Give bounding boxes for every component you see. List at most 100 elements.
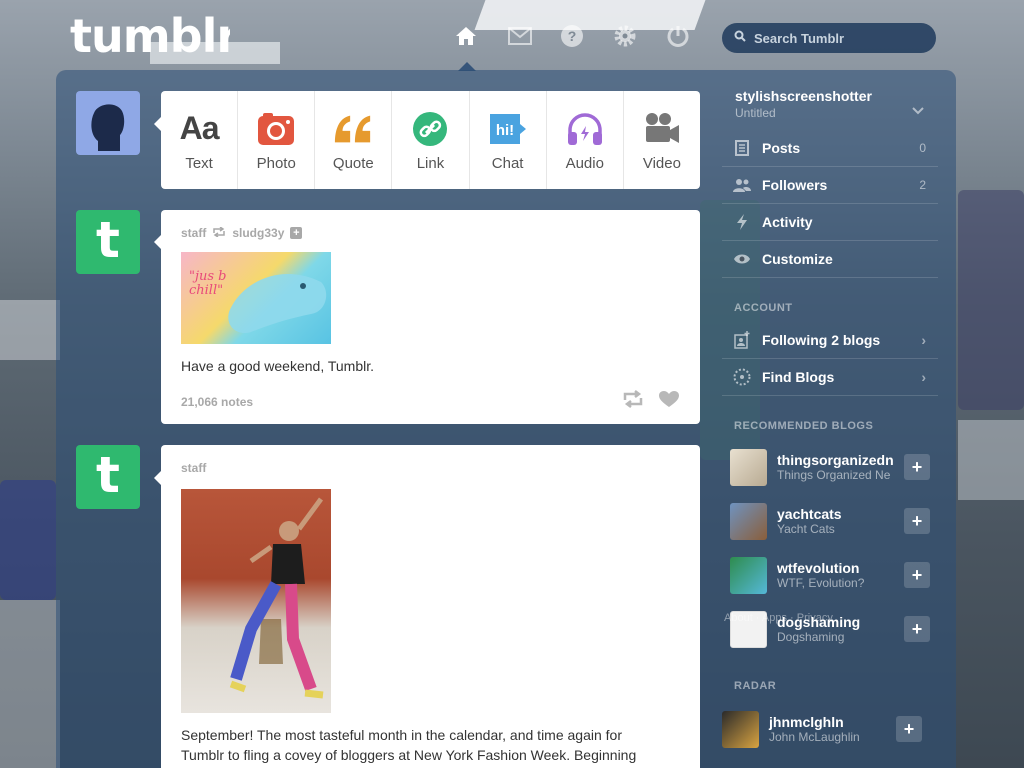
text-icon: Aa <box>179 110 220 146</box>
camera-icon <box>256 109 296 149</box>
tumblr-t-icon: t <box>96 211 120 269</box>
sidebar-item-label: Following 2 blogs <box>762 332 881 348</box>
svg-text:?: ? <box>568 28 577 44</box>
recommended-blog[interactable]: yachtcats Yacht Cats + <box>730 498 938 544</box>
recommended-blog[interactable]: thingsorganizedn Things Organized Ne + <box>730 444 938 490</box>
link-icon <box>410 109 450 149</box>
blog-name[interactable]: stylishscreenshotter <box>735 88 872 104</box>
sidebar-item-following[interactable]: Following 2 blogs › <box>722 322 938 359</box>
eye-icon <box>722 253 762 265</box>
reblog-icon[interactable] <box>622 390 644 413</box>
recommended-blog[interactable]: wtfevolution WTF, Evolution? + <box>730 552 938 598</box>
gear-icon[interactable] <box>611 22 639 50</box>
follow-plus-button[interactable]: + <box>896 716 922 742</box>
post-caption: September! The most tasteful month in th… <box>181 727 622 743</box>
chevron-down-icon[interactable] <box>912 102 924 120</box>
sidebar-item-activity[interactable]: Activity <box>722 204 938 241</box>
post-type-selector: Aa Text Photo Quote Link hi! Chat Audio <box>161 91 700 189</box>
help-icon[interactable]: ? <box>558 22 586 50</box>
quote-icon <box>333 109 373 149</box>
tumblr-t-icon: t <box>96 446 120 504</box>
sidebar: stylishscreenshotter Untitled Posts 0 Fo… <box>722 80 938 768</box>
user-avatar[interactable] <box>76 91 140 155</box>
reblog-small-icon <box>212 226 226 240</box>
post-type-label: Photo <box>256 154 296 172</box>
post-card: staff September! The most tasteful month… <box>161 445 700 768</box>
recommended-blog-name: thingsorganizedn <box>777 452 894 468</box>
lightning-icon <box>722 214 762 230</box>
post-author[interactable]: staff <box>181 461 206 475</box>
posts-icon <box>722 140 762 156</box>
section-heading-radar: RADAR <box>734 680 777 692</box>
followers-icon <box>722 178 762 192</box>
sidebar-item-posts[interactable]: Posts 0 <box>722 130 938 167</box>
radar-blog-name: jhnmclghln <box>769 714 844 730</box>
search-box[interactable] <box>722 23 936 53</box>
recommended-blog-name: wtfevolution <box>777 560 860 576</box>
video-camera-icon <box>642 109 682 149</box>
sidebar-item-label: Customize <box>762 251 833 267</box>
post-type-text[interactable]: Aa Text <box>161 91 239 189</box>
post-type-photo[interactable]: Photo <box>238 91 316 189</box>
sidebar-item-label: Followers <box>762 177 828 193</box>
follow-plus-button[interactable]: + <box>904 616 930 642</box>
post-type-label: Text <box>185 154 213 172</box>
sidebar-item-label: Posts <box>762 140 801 156</box>
follow-plus-button[interactable]: + <box>904 508 930 534</box>
post-type-video[interactable]: Video <box>624 91 700 189</box>
mail-icon[interactable] <box>506 22 534 50</box>
post-image[interactable] <box>181 489 331 713</box>
home-icon[interactable] <box>452 22 480 50</box>
post-type-audio[interactable]: Audio <box>547 91 624 189</box>
sidebar-item-followers[interactable]: Followers 2 <box>722 167 938 204</box>
search-icon <box>734 29 746 47</box>
post-image[interactable]: "jus b chill" <box>181 252 331 344</box>
post-type-label: Audio <box>565 154 604 172</box>
post-type-quote[interactable]: Quote <box>315 91 393 189</box>
blog-avatar <box>722 710 759 748</box>
chevron-right-icon: › <box>921 332 926 348</box>
radar-blog[interactable]: jhnmclghln John McLaughlin + <box>722 706 930 752</box>
recommended-blog-title: WTF, Evolution? <box>777 576 865 590</box>
sidebar-item-label: Activity <box>762 214 813 230</box>
recommended-blog-title: Yacht Cats <box>777 522 835 536</box>
reblogged-from[interactable]: sludg33y <box>232 226 284 240</box>
post-author-avatar[interactable]: t <box>76 445 140 509</box>
blog-avatar <box>730 448 767 486</box>
heart-icon[interactable] <box>658 390 680 413</box>
tumblr-logo[interactable]: tumblr <box>70 8 230 64</box>
blog-subtitle: Untitled <box>735 106 776 120</box>
section-heading-account: ACCOUNT <box>734 302 793 314</box>
recommended-blog-name: yachtcats <box>777 506 842 522</box>
power-icon[interactable] <box>664 22 692 50</box>
post-author-avatar[interactable]: t <box>76 210 140 274</box>
image-caption-text: "jus b chill" <box>189 269 227 298</box>
post-caption: Have a good weekend, Tumblr. <box>181 358 375 374</box>
nav-active-caret <box>458 62 476 71</box>
sidebar-item-find-blogs[interactable]: Find Blogs › <box>722 359 938 396</box>
svg-text:hi!: hi! <box>495 122 513 139</box>
post-type-link[interactable]: Link <box>392 91 470 189</box>
blog-avatar <box>730 556 767 594</box>
sidebar-item-label: Find Blogs <box>762 369 835 385</box>
recommended-blog-title: Dogshaming <box>777 630 845 644</box>
post-type-label: Video <box>642 154 681 172</box>
footer-links[interactable]: About · Apps · Privacy <box>724 612 833 624</box>
post-author[interactable]: staff <box>181 226 206 240</box>
compass-icon <box>722 368 762 386</box>
sidebar-item-customize[interactable]: Customize <box>722 241 938 278</box>
follow-plus-button[interactable]: + <box>904 562 930 588</box>
follow-plus-button[interactable]: + <box>904 454 930 480</box>
radar-blog-title: John McLaughlin <box>769 730 860 744</box>
post-caption: Tumblr to fling a covey of bloggers at N… <box>181 747 637 763</box>
post-type-label: Quote <box>332 154 374 172</box>
post-type-chat[interactable]: hi! Chat <box>470 91 547 189</box>
sidebar-item-count: 0 <box>919 141 926 155</box>
section-heading-recommended: RECOMMENDED BLOGS <box>734 420 874 432</box>
post-notes[interactable]: 21,066 notes <box>181 395 253 409</box>
post-type-label: Chat <box>491 154 524 172</box>
search-input[interactable] <box>754 30 924 46</box>
follow-plus-icon[interactable]: + <box>290 227 303 239</box>
chat-icon: hi! <box>488 109 528 149</box>
post-type-label: Link <box>416 154 445 172</box>
